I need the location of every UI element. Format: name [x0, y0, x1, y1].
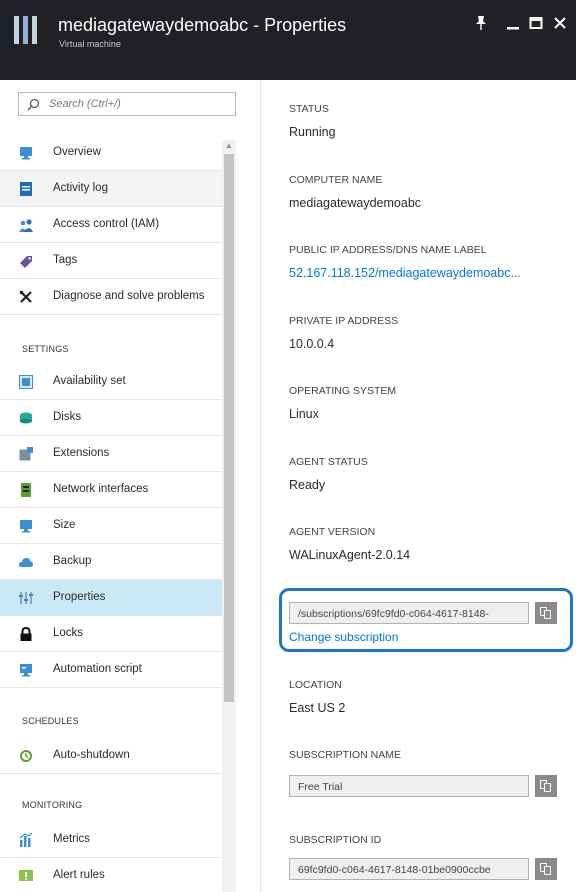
lock-icon [20, 627, 32, 641]
scroll-thumb[interactable] [224, 154, 234, 702]
people-icon [19, 219, 33, 232]
public-ip-label: PUBLIC IP ADDRESS/DNS NAME LABEL [289, 244, 487, 256]
sidebar-item-access-control[interactable]: Access control (IAM) [0, 207, 222, 243]
pin-icon [476, 16, 486, 30]
sidebar-item-size[interactable]: Size [0, 508, 222, 544]
sidebar-item-auto-shutdown[interactable]: Auto-shutdown [0, 738, 222, 774]
activity-log-icon [20, 182, 32, 196]
sidebar-item-label: Backup [53, 555, 92, 567]
virtual-machine-icon [14, 16, 38, 44]
sidebar-item-label: Auto-shutdown [53, 749, 130, 761]
page-subtitle: Virtual machine [59, 39, 121, 49]
status-label: STATUS [289, 103, 329, 115]
sidebar-item-label: Diagnose and solve problems [53, 290, 205, 302]
sidebar-item-metrics[interactable]: Metrics [0, 822, 222, 858]
sidebar-item-label: Activity log [53, 182, 108, 194]
search-input[interactable] [49, 95, 229, 113]
subscription-name-field[interactable]: Free Trial [289, 775, 529, 797]
section-header-monitoring: MONITORING [22, 800, 83, 810]
alert-rules-icon [19, 870, 33, 881]
script-icon [20, 664, 32, 677]
change-subscription-link[interactable]: Change subscription [289, 630, 398, 644]
sidebar-item-backup[interactable]: Backup [0, 544, 222, 580]
sidebar-item-label: Disks [53, 411, 82, 423]
pin-button[interactable] [470, 15, 492, 35]
sidebar-item-tags[interactable]: Tags [0, 243, 222, 279]
maximize-button[interactable] [525, 15, 547, 35]
scroll-up-icon[interactable]: ▲ [225, 141, 233, 150]
location-value: East US 2 [289, 701, 346, 715]
wrench-icon [19, 290, 32, 303]
sidebar-item-label: Locks [53, 627, 84, 639]
sidebar-item-label: Size [53, 519, 76, 531]
sidebar-item-extensions[interactable]: Extensions [0, 436, 222, 472]
sidebar-item-automation-script[interactable]: Automation script [0, 652, 222, 688]
search-icon [27, 98, 40, 111]
sidebar-item-label: Metrics [53, 833, 91, 845]
maximize-icon [529, 17, 543, 29]
search-box[interactable] [18, 92, 236, 116]
close-icon [554, 17, 566, 29]
sidebar-item-label: Tags [53, 254, 78, 266]
sidebar-item-label: Access control (IAM) [53, 218, 160, 230]
sidebar-item-label: Alert rules [53, 869, 105, 881]
agent-version-value: WALinuxAgent-2.0.14 [289, 548, 411, 562]
network-interface-icon [21, 483, 31, 497]
agent-version-label: AGENT VERSION [289, 526, 376, 538]
sidebar-item-locks[interactable]: Locks [0, 616, 222, 652]
sidebar-item-network-interfaces[interactable]: Network interfaces [0, 472, 222, 508]
copy-resource-id-button[interactable] [535, 602, 557, 624]
minimize-button[interactable] [502, 15, 524, 35]
sidebar-item-properties[interactable]: Properties [0, 580, 222, 616]
os-value: Linux [289, 407, 319, 421]
sidebar-item-availability-set[interactable]: Availability set [0, 364, 222, 400]
cloud-backup-icon [19, 558, 33, 567]
section-header-settings: SETTINGS [22, 344, 69, 354]
resource-id-field[interactable]: /subscriptions/69fc9fd0-c064-4617-8148- [289, 602, 529, 624]
blade-header: mediagatewaydemoabc - Properties Virtual… [0, 0, 576, 80]
public-ip-link[interactable]: 52.167.118.152/mediagatewaydemoabc... [289, 266, 521, 280]
copy-subscription-id-button[interactable] [535, 858, 557, 880]
close-button[interactable] [549, 15, 571, 35]
sidebar-item-label: Properties [53, 591, 106, 603]
sidebar-item-alert-rules[interactable]: Alert rules [0, 858, 222, 892]
sidebar-item-label: Automation script [53, 663, 142, 675]
sidebar-item-label: Extensions [53, 447, 110, 459]
availability-set-icon [19, 375, 33, 389]
tag-icon [20, 256, 32, 268]
metrics-icon [19, 833, 33, 847]
clock-icon [20, 750, 32, 762]
properties-icon [19, 592, 33, 604]
status-value: Running [289, 125, 336, 139]
subscription-id-field[interactable]: 69fc9fd0-c064-4617-8148-01be0900ccbe [289, 858, 529, 880]
sidebar-item-label: Network interfaces [53, 483, 149, 495]
computer-name-value: mediagatewaydemoabc [289, 196, 422, 210]
section-header-schedules: SCHEDULES [22, 716, 79, 726]
agent-status-label: AGENT STATUS [289, 456, 368, 468]
agent-status-value: Ready [289, 478, 326, 492]
sidebar-item-activity-log[interactable]: Activity log [0, 171, 222, 207]
page-title: mediagatewaydemoabc - Properties [58, 15, 347, 35]
subscription-name-label: SUBSCRIPTION NAME [289, 749, 402, 761]
location-label: LOCATION [289, 679, 342, 691]
monitor-icon [20, 147, 32, 160]
extensions-icon [19, 447, 33, 461]
os-label: OPERATING SYSTEM [289, 385, 397, 397]
sidebar-item-diagnose[interactable]: Diagnose and solve problems [0, 279, 222, 315]
private-ip-value: 10.0.0.4 [289, 337, 335, 351]
private-ip-label: PRIVATE IP ADDRESS [289, 315, 399, 327]
computer-name-label: COMPUTER NAME [289, 174, 383, 186]
monitor-icon [20, 520, 32, 533]
sidebar-item-label: Overview [53, 146, 101, 158]
sidebar-item-disks[interactable]: Disks [0, 400, 222, 436]
disks-icon [20, 412, 32, 424]
subscription-id-label: SUBSCRIPTION ID [289, 834, 382, 846]
sidebar-item-label: Availability set [53, 375, 126, 387]
sidebar-item-overview[interactable]: Overview [0, 135, 222, 171]
copy-subscription-name-button[interactable] [535, 775, 557, 797]
minimize-icon [507, 27, 519, 30]
sidebar-scrollbar[interactable]: ▲ [222, 140, 236, 892]
